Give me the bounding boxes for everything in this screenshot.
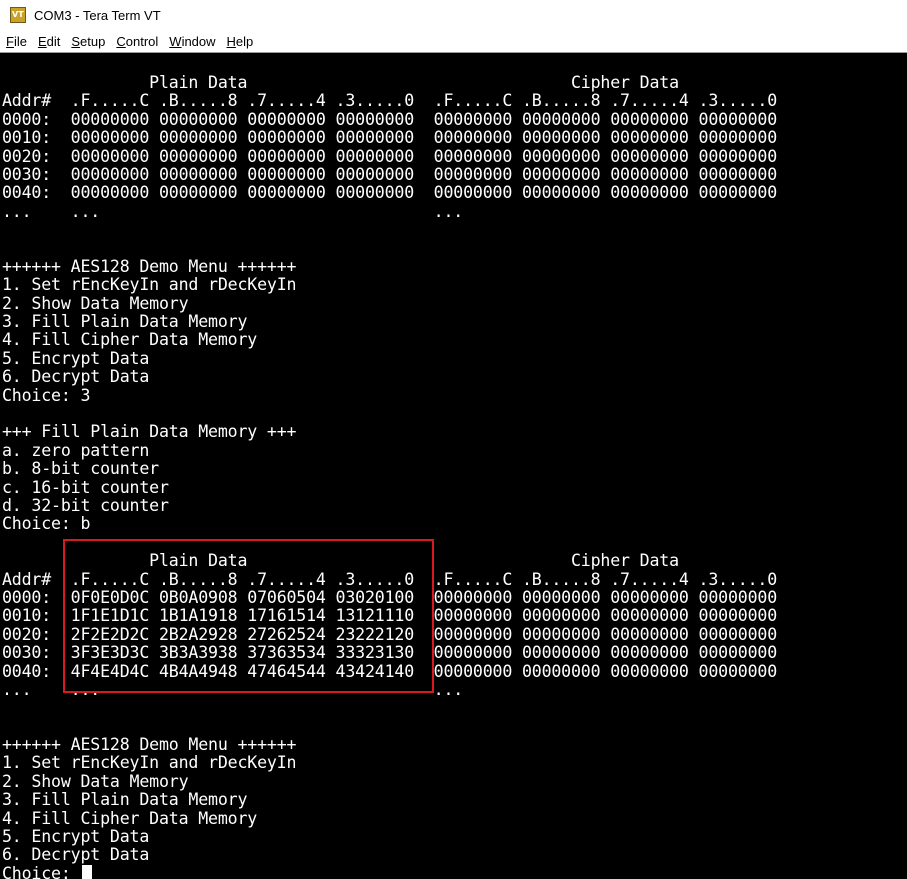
terminal-line: 0000: 00000000 00000000 00000000 0000000… <box>2 109 778 129</box>
terminal-line: Plain Data Cipher Data <box>2 551 679 571</box>
menu-bar: File Edit Setup Control Window Help <box>0 30 907 52</box>
terminal-line: c. 16-bit counter <box>2 477 169 497</box>
menu-setup[interactable]: Setup <box>71 34 105 49</box>
teraterm-app-icon <box>10 7 26 23</box>
terminal-output: Plain Data Cipher Data Addr# .F.....C .B… <box>2 73 778 879</box>
terminal-line: 0010: 00000000 00000000 00000000 0000000… <box>2 128 778 148</box>
terminal-line: Addr# .F.....C .B.....8 .7.....4 .3.....… <box>2 91 778 111</box>
menu-edit-rest: dit <box>46 33 61 49</box>
terminal-line: ... ... ... <box>2 679 464 699</box>
terminal-line: 3. Fill Plain Data Memory <box>2 312 248 332</box>
terminal-line: 3. Fill Plain Data Memory <box>2 790 248 810</box>
menu-help-accel: H <box>226 33 236 49</box>
terminal-line: Choice: b <box>2 514 91 534</box>
menu-setup-rest: etup <box>80 33 106 49</box>
menu-control[interactable]: Control <box>116 34 158 49</box>
menu-edit-accel: E <box>37 33 47 49</box>
menu-setup-accel: S <box>71 33 81 49</box>
terminal-line: 0020: 00000000 00000000 00000000 0000000… <box>2 146 778 166</box>
terminal-line: 1. Set rEncKeyIn and rDecKeyIn <box>2 753 297 773</box>
menu-window-accel: W <box>169 33 182 49</box>
terminal-line: 2. Show Data Memory <box>2 771 189 791</box>
title-bar: COM3 - Tera Term VT <box>0 0 907 30</box>
menu-file-accel: F <box>6 33 14 49</box>
terminal-line: ++++++ AES128 Demo Menu ++++++ <box>2 735 297 755</box>
terminal-line: 0020: 2F2E2D2C 2B2A2928 27262524 2322212… <box>2 624 778 644</box>
menu-help-rest: elp <box>235 33 254 49</box>
terminal-prompt: Choice: <box>2 863 81 879</box>
menu-control-accel: C <box>116 33 126 49</box>
menu-control-rest: ontrol <box>125 33 159 49</box>
terminal-line: 4. Fill Cipher Data Memory <box>2 808 258 828</box>
menu-window[interactable]: Window <box>169 34 215 49</box>
terminal-line: Addr# .F.....C .B.....8 .7.....4 .3.....… <box>2 569 778 589</box>
terminal-line: 6. Decrypt Data <box>2 367 150 387</box>
menu-file[interactable]: File <box>6 34 27 49</box>
terminal-line: 0000: 0F0E0D0C 0B0A0908 07060504 0302010… <box>2 587 778 607</box>
terminal-line: +++ Fill Plain Data Memory +++ <box>2 422 297 442</box>
terminal-line: 0040: 00000000 00000000 00000000 0000000… <box>2 183 778 203</box>
terminal-line: Plain Data Cipher Data <box>2 73 679 92</box>
terminal-line: 2. Show Data Memory <box>2 293 189 313</box>
terminal-line: d. 32-bit counter <box>2 495 169 515</box>
terminal-prompt-line: Choice: <box>2 863 777 879</box>
terminal-line: 4. Fill Cipher Data Memory <box>2 330 258 350</box>
terminal-line: 1. Set rEncKeyIn and rDecKeyIn <box>2 275 297 295</box>
terminal-line: 6. Decrypt Data <box>2 845 150 865</box>
terminal-line: 5. Encrypt Data <box>2 348 150 368</box>
terminal-line: a. zero pattern <box>2 440 150 460</box>
terminal-line: ++++++ AES128 Demo Menu ++++++ <box>2 256 297 276</box>
terminal-line: 5. Encrypt Data <box>2 827 150 847</box>
terminal-line: Choice: 3 <box>2 385 91 405</box>
menu-window-rest: indow <box>181 33 216 49</box>
terminal-line: b. 8-bit counter <box>2 459 159 479</box>
text-cursor <box>82 864 93 879</box>
terminal-line: 0030: 3F3E3D3C 3B3A3938 37363534 3332313… <box>2 643 778 663</box>
terminal-line: ... ... ... <box>2 201 464 221</box>
terminal-screen[interactable]: Plain Data Cipher Data Addr# .F.....C .B… <box>0 52 907 879</box>
terminal-line: 0030: 00000000 00000000 00000000 0000000… <box>2 164 778 184</box>
menu-file-rest: ile <box>13 33 27 49</box>
terminal-line: 0010: 1F1E1D1C 1B1A1918 17161514 1312111… <box>2 606 778 626</box>
menu-help[interactable]: Help <box>227 34 254 49</box>
menu-edit[interactable]: Edit <box>38 34 60 49</box>
terminal-line: 0040: 4F4E4D4C 4B4A4948 47464544 4342414… <box>2 661 778 681</box>
window-title: COM3 - Tera Term VT <box>34 7 161 23</box>
